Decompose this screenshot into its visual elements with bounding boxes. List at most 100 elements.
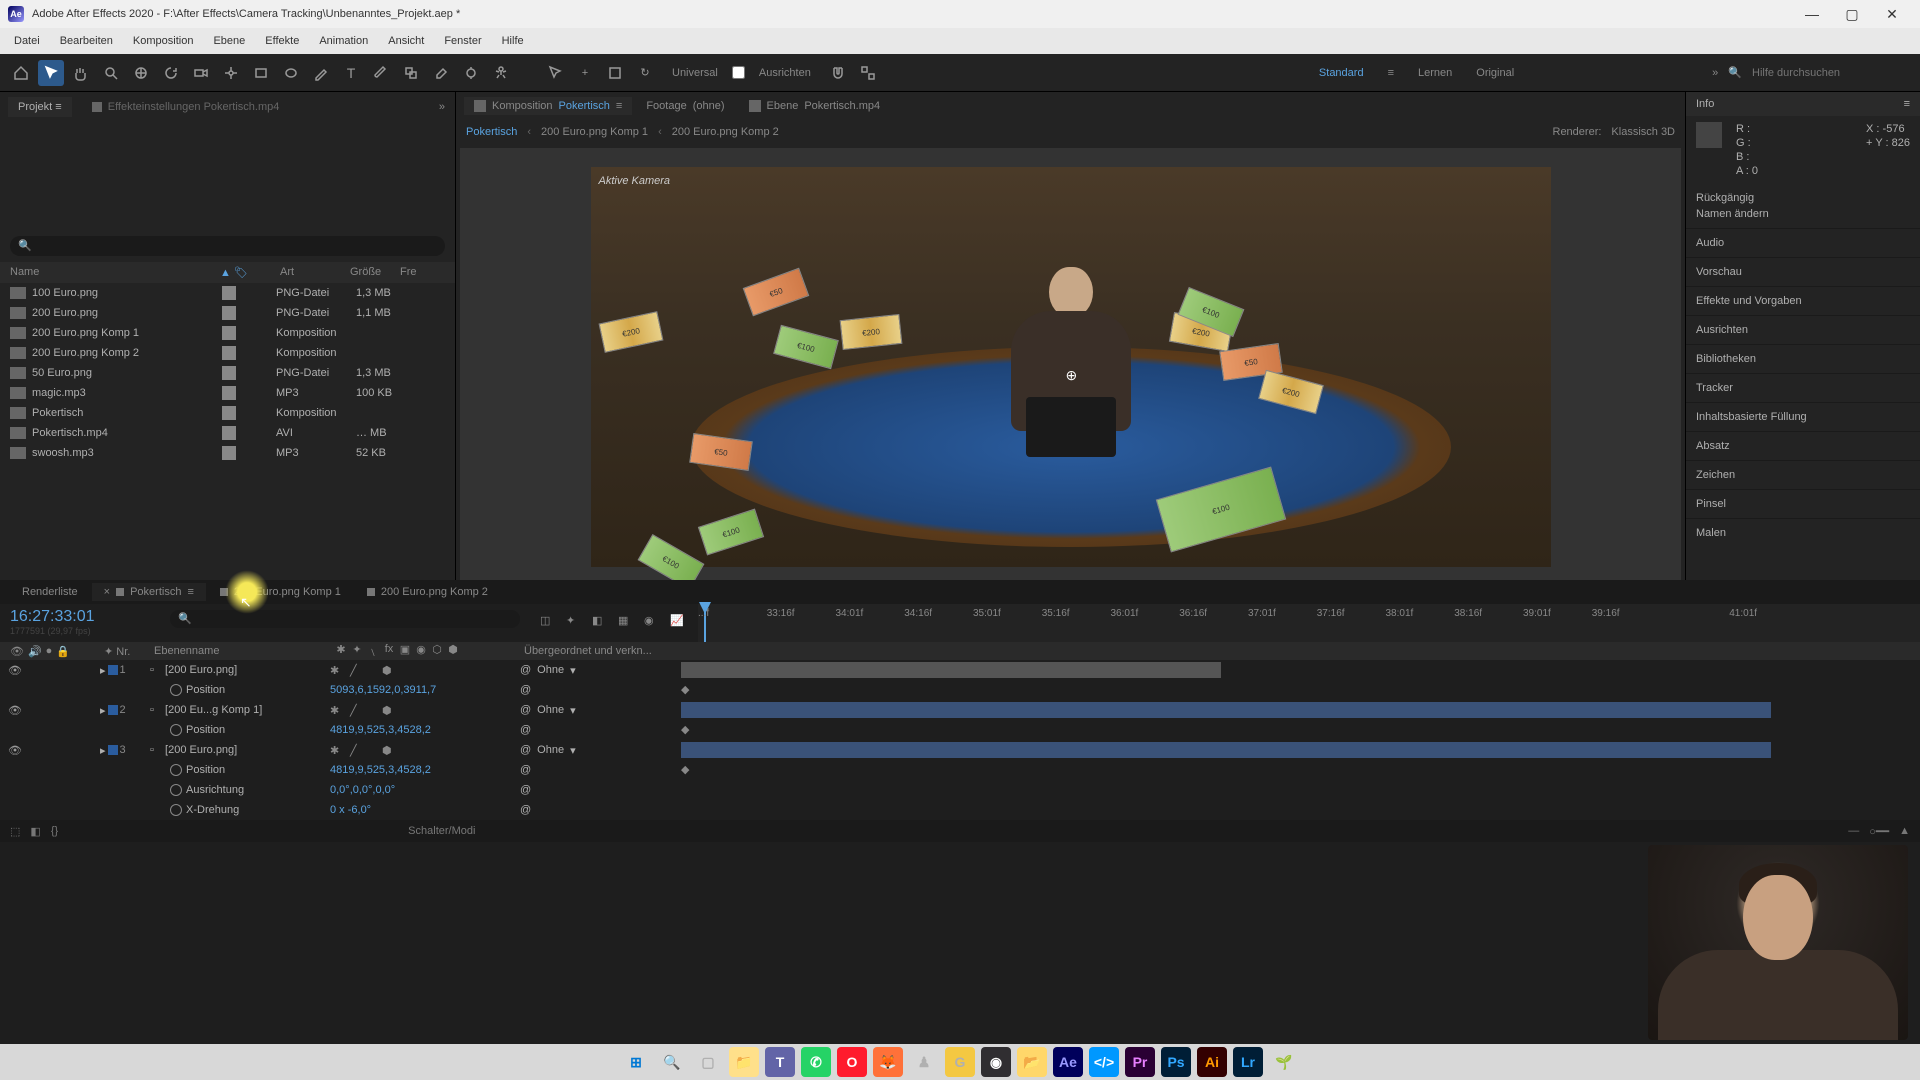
maximize-button[interactable]: ▢ [1832,0,1872,28]
renderer-dropdown[interactable]: Klassisch 3D [1611,126,1675,138]
photoshop-icon[interactable]: Ps [1161,1047,1191,1077]
pickwhip-icon[interactable]: @ [520,664,531,677]
minimize-button[interactable]: — [1792,0,1832,28]
tab-renderliste[interactable]: Renderliste [10,583,90,601]
right-panel-header[interactable]: Zeichen [1686,460,1920,489]
code-icon[interactable]: </> [1089,1047,1119,1077]
tab-komp2[interactable]: 200 Euro.png Komp 2 [355,583,500,601]
orbit-tool-icon[interactable] [128,60,154,86]
right-panel-header[interactable]: Malen [1686,518,1920,547]
bbox-icon[interactable] [602,60,628,86]
menu-bearbeiten[interactable]: Bearbeiten [50,31,123,51]
ae-icon[interactable]: Ae [1053,1047,1083,1077]
visibility-icon[interactable]: 👁 [8,704,22,717]
motion-blur-icon[interactable]: ◉ [644,614,662,632]
workspace-lernen[interactable]: Lernen [1408,67,1462,79]
info-panel-title[interactable]: Info [1696,98,1714,110]
project-item[interactable]: magic.mp3MP3100 KB [0,383,455,403]
pickwhip-icon[interactable]: @ [520,744,531,757]
hand-tool-icon[interactable] [68,60,94,86]
snap-grid-icon[interactable] [855,60,881,86]
comp-tab-pokertisch[interactable]: Komposition Pokertisch ≡ [464,97,632,115]
time-ruler[interactable]: ...f33:16f34:01f34:16f35:01f35:16f36:01f… [698,604,1920,642]
stopwatch-icon[interactable] [170,764,182,776]
ellipse-tool-icon[interactable] [278,60,304,86]
tab-komp1[interactable]: 200 Euro.png Komp 1 [208,583,353,601]
menu-fenster[interactable]: Fenster [434,31,491,51]
files-icon[interactable]: 📂 [1017,1047,1047,1077]
frame-blend-icon[interactable]: ▦ [618,614,636,632]
project-item[interactable]: 200 Euro.png Komp 2Komposition [0,343,455,363]
zoom-tool-icon[interactable] [98,60,124,86]
ausrichten-checkbox[interactable] [732,66,745,79]
anchor-tool-icon[interactable] [218,60,244,86]
clone-tool-icon[interactable] [398,60,424,86]
footage-tab[interactable]: Footage (ohne) [636,97,734,115]
bc-komp1[interactable]: 200 Euro.png Komp 1 [541,126,648,138]
home-tool-icon[interactable] [8,60,34,86]
magnet-icon[interactable] [825,60,851,86]
project-item[interactable]: 200 Euro.png Komp 1Komposition [0,323,455,343]
app-icon[interactable]: ♟ [909,1047,939,1077]
opera-icon[interactable]: O [837,1047,867,1077]
project-item[interactable]: PokertischKomposition [0,403,455,423]
camera-tool-icon[interactable] [188,60,214,86]
menu-datei[interactable]: Datei [4,31,50,51]
expression-pickwhip-icon[interactable]: @ [520,724,531,736]
project-item[interactable]: 50 Euro.pngPNG-Datei1,3 MB [0,363,455,383]
project-item[interactable]: swoosh.mp3MP352 KB [0,443,455,463]
menu-ebene[interactable]: Ebene [203,31,255,51]
menu-effekte[interactable]: Effekte [255,31,309,51]
search-icon[interactable]: 🔍 [657,1047,687,1077]
firefox-icon[interactable]: 🦊 [873,1047,903,1077]
composition-viewer[interactable]: Aktive Kamera ⊕ €200 €50 €100 €200 €50 €… [460,148,1681,586]
stopwatch-icon[interactable] [170,684,182,696]
whatsapp-icon[interactable]: ✆ [801,1047,831,1077]
illustrator-icon[interactable]: Ai [1197,1047,1227,1077]
app2-icon[interactable]: G [945,1047,975,1077]
menu-ansicht[interactable]: Ansicht [378,31,434,51]
visibility-icon[interactable]: 👁 [8,744,22,757]
start-icon[interactable]: ⊞ [621,1047,651,1077]
pickwhip-icon[interactable]: @ [520,704,531,717]
selection-tool-icon[interactable] [38,60,64,86]
parent-dropdown[interactable]: Ohne [537,704,564,717]
right-panel-header[interactable]: Tracker [1686,373,1920,402]
toggle-modes-icon[interactable]: ◧ [30,825,40,838]
teams-icon[interactable]: T [765,1047,795,1077]
right-panel-header[interactable]: Pinsel [1686,489,1920,518]
bc-pokertisch[interactable]: Pokertisch [466,126,517,138]
right-panel-header[interactable]: Vorschau [1686,257,1920,286]
add-vertex-icon[interactable]: + [572,60,598,86]
draft3d-icon[interactable]: ✦ [566,614,584,632]
right-panel-header[interactable]: Inhaltsbasierte Füllung [1686,402,1920,431]
rotation-tool-icon[interactable] [158,60,184,86]
menu-animation[interactable]: Animation [309,31,378,51]
right-panel-header[interactable]: Audio [1686,228,1920,257]
toggle-switches-icon[interactable]: ⬚ [10,825,20,838]
timeline-search-input[interactable] [170,610,520,628]
bc-komp2[interactable]: 200 Euro.png Komp 2 [672,126,779,138]
panel-overflow-icon[interactable]: » [439,101,455,113]
visibility-icon[interactable]: 👁 [8,664,22,677]
rect-tool-icon[interactable] [248,60,274,86]
right-panel-header[interactable]: Ausrichten [1686,315,1920,344]
explorer-icon[interactable]: 📁 [729,1047,759,1077]
comp-mini-flowchart-icon[interactable]: ◫ [540,614,558,632]
project-item[interactable]: 100 Euro.pngPNG-Datei1,3 MB [0,283,455,303]
rotate-icon[interactable]: ↻ [632,60,658,86]
puppet-tool-icon[interactable] [488,60,514,86]
menu-hilfe[interactable]: Hilfe [492,31,534,51]
eraser-tool-icon[interactable] [428,60,454,86]
right-panel-header[interactable]: Absatz [1686,431,1920,460]
stopwatch-icon[interactable] [170,724,182,736]
roto-tool-icon[interactable] [458,60,484,86]
toggle-in-out-icon[interactable]: {} [51,825,58,837]
snap-cursor-icon[interactable] [542,60,568,86]
task-view-icon[interactable]: ▢ [693,1047,723,1077]
menu-komposition[interactable]: Komposition [123,31,204,51]
parent-dropdown[interactable]: Ohne [537,744,564,757]
expression-pickwhip-icon[interactable]: @ [520,764,531,776]
help-search-input[interactable] [1752,67,1912,79]
project-item[interactable]: 200 Euro.pngPNG-Datei1,1 MB [0,303,455,323]
